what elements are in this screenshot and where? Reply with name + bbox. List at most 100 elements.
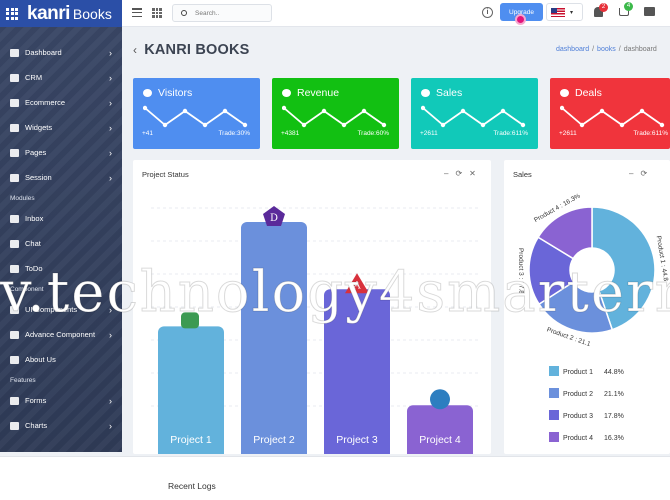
sidebar-menu: Dashboard › CRM › Ecommerce › Widgets › Page… (0, 40, 122, 438)
legend-swatch (549, 432, 559, 442)
us-flag-icon (551, 7, 565, 17)
chevron-right-icon: › (109, 172, 112, 183)
message-icon[interactable] (644, 7, 655, 16)
brand-name[interactable]: kanri (27, 3, 70, 25)
bar-label: Project 3 (336, 434, 378, 446)
section-component: Component (10, 285, 44, 293)
inbox-icon (10, 214, 19, 223)
stat-trade: Trade:30% (218, 130, 250, 137)
breadcrumb-separator: / (618, 46, 621, 53)
panel-title: Recent Logs (168, 481, 216, 491)
sidebar-item-ui-components[interactable]: UI Components › (0, 297, 122, 322)
stat-card-deals[interactable]: Deals +2611 Trade:611% (550, 78, 670, 149)
stat-card-revenue[interactable]: Revenue +4381 Trade:60% (272, 78, 399, 149)
apps-grid-icon[interactable] (6, 7, 18, 20)
sidebar-item-charts[interactable]: Charts › (0, 413, 122, 438)
search-placeholder: Search.. (195, 9, 220, 17)
sidebar-item-pages[interactable]: Pages › (0, 140, 122, 165)
breadcrumb-separator: / (592, 46, 595, 53)
legend-value: 16.3% (604, 435, 624, 442)
logo-bar: kanri Books (0, 0, 122, 27)
hamburger-menu-icon[interactable] (132, 8, 142, 17)
sidebar-item-label: Chat (25, 239, 41, 248)
marker-letter: A (352, 280, 361, 291)
session-icon (10, 173, 19, 182)
breadcrumb-current: dashboard (623, 46, 657, 53)
stat-trade: Trade:60% (357, 130, 389, 137)
sidebar-item-label: Forms (25, 396, 47, 405)
sidebar-item-label: Pages (25, 148, 47, 157)
chat-icon (10, 239, 19, 248)
stat-card-sales[interactable]: Sales +2611 Trade:611% (411, 78, 538, 149)
sidebar-item-advance-component[interactable]: Advance Component › (0, 322, 122, 347)
section-modules: Modules (10, 194, 35, 202)
sidebar-item-chat[interactable]: Chat (0, 231, 122, 256)
legend-label: Product 3 (563, 413, 593, 420)
bar-label: Project 2 (253, 434, 295, 446)
recent-logs-panel: Recent Logs (0, 456, 670, 500)
legend-label: Product 1 (563, 369, 593, 376)
users-icon (560, 89, 569, 97)
sparkline (421, 105, 526, 128)
legend-label: Product 4 (563, 435, 593, 442)
sidebar-item-inbox[interactable]: Inbox (0, 206, 122, 231)
section-features: Features (10, 376, 36, 384)
sidebar-item-session[interactable]: Session › (0, 165, 122, 190)
stat-value: +2611 (559, 130, 577, 137)
page-title-text: KANRI BOOKS (144, 42, 250, 58)
stat-card-title-text: Deals (575, 87, 602, 99)
stat-card-visitors[interactable]: Visitors +41 Trade:30% (133, 78, 260, 149)
bar (241, 222, 307, 454)
back-arrow-icon[interactable]: ‹ (133, 43, 137, 57)
sidebar-item-widgets[interactable]: Widgets › (0, 115, 122, 140)
stat-card-title: Sales (421, 87, 462, 99)
sidebar-item-label: ToDo (25, 264, 43, 273)
sidebar-item-label: Ecommerce (25, 98, 66, 107)
sparkline (282, 105, 387, 128)
sparkline (143, 105, 248, 128)
top-bar: Search.. i Upgrade ▾ 2 4 (122, 0, 670, 27)
sidebar-item-dashboard[interactable]: Dashboard › (0, 40, 122, 65)
brand-sub[interactable]: Books (73, 6, 112, 22)
sidebar-item-about-us[interactable]: About Us (0, 347, 122, 372)
sidebar-item-label: CRM (25, 73, 43, 82)
sidebar-item-label: Session (25, 173, 52, 182)
page-title: ‹ KANRI BOOKS (133, 42, 250, 58)
language-select[interactable]: ▾ (546, 3, 583, 21)
sidebar-item-label: Widgets (25, 123, 53, 132)
bar (324, 289, 390, 454)
cart-icon (10, 98, 19, 107)
sidebar-item-forms[interactable]: Forms › (0, 388, 122, 413)
legend-swatch (549, 388, 559, 398)
sidebar-item-label: Charts (25, 421, 48, 430)
sidebar-item-ecommerce[interactable]: Ecommerce › (0, 90, 122, 115)
sidebar-item-todo[interactable]: ToDo (0, 256, 122, 281)
crm-icon (10, 73, 19, 82)
sidebar: kanri Books Dashboard › CRM › Ecommerce › W… (0, 0, 122, 452)
search-input[interactable]: Search.. (172, 4, 272, 22)
chevron-right-icon: › (109, 72, 112, 83)
legend-swatch (549, 410, 559, 420)
chevron-right-icon: › (109, 395, 112, 406)
chevron-down-icon: ▾ (570, 9, 574, 16)
square-marker (181, 312, 199, 329)
breadcrumb-link[interactable]: dashboard (556, 46, 589, 53)
circle-marker (430, 389, 450, 410)
info-icon[interactable]: i (482, 7, 493, 18)
search-icon (181, 10, 187, 16)
project-status-panel: Project Status – ⟳ ✕ Project 1 Project 2D… (133, 160, 491, 454)
advance-component-icon (10, 330, 19, 339)
sidebar-item-label: About Us (25, 355, 56, 364)
sidebar-item-label: UI Components (25, 305, 78, 314)
apps-grid-icon[interactable] (152, 8, 162, 18)
marker-letter: D (270, 213, 278, 224)
bar (407, 405, 473, 454)
legend-value: 44.8% (604, 369, 624, 376)
breadcrumb-link[interactable]: books (597, 46, 616, 53)
legend-value: 21.1% (604, 391, 624, 398)
chevron-right-icon: › (109, 420, 112, 431)
legend-label: Product 2 (563, 391, 593, 398)
sidebar-item-crm[interactable]: CRM › (0, 65, 122, 90)
chevron-right-icon: › (109, 147, 112, 158)
users-icon (143, 89, 152, 97)
